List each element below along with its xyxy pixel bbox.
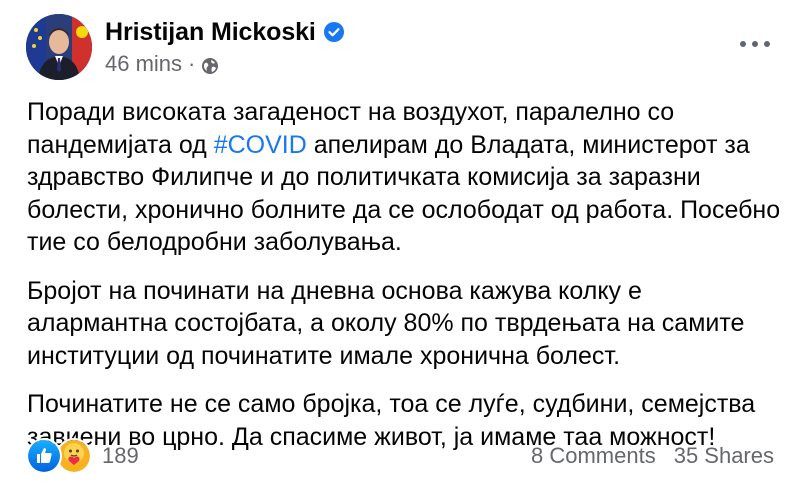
globe-icon[interactable] bbox=[201, 55, 219, 74]
engagement-stats: 8 Comments 35 Shares bbox=[531, 443, 774, 469]
avatar[interactable] bbox=[26, 14, 92, 80]
like-reaction-icon bbox=[26, 438, 62, 474]
hashtag-link[interactable]: #COVID bbox=[214, 131, 307, 159]
facebook-post: Hristijan Mickoski 46 mins · Поради висо… bbox=[0, 0, 800, 489]
post-meta: Hristijan Mickoski 46 mins · bbox=[105, 17, 344, 77]
post-footer: 189 8 Comments 35 Shares bbox=[26, 436, 774, 476]
more-dot bbox=[740, 41, 746, 47]
post-body: Поради високата загаденост на воздухот, … bbox=[27, 96, 782, 469]
separator-dot: · bbox=[188, 51, 196, 76]
post-paragraph-1: Поради високата загаденост на воздухот, … bbox=[27, 96, 782, 259]
more-dot bbox=[752, 41, 758, 47]
reactions-count: 189 bbox=[102, 443, 139, 468]
author-name[interactable]: Hristijan Mickoski bbox=[105, 18, 316, 47]
post-header: Hristijan Mickoski 46 mins · bbox=[26, 14, 344, 80]
post-paragraph-2: Бројот на починати на дневна основа кажу… bbox=[27, 276, 745, 370]
verified-badge-icon bbox=[323, 22, 344, 42]
comments-count-link[interactable]: 8 Comments bbox=[531, 443, 656, 469]
avatar-image bbox=[26, 14, 92, 80]
post-timestamp[interactable]: 46 mins bbox=[105, 51, 182, 77]
more-dot bbox=[764, 41, 770, 47]
shares-count-link[interactable]: 35 Shares bbox=[674, 443, 774, 469]
name-row: Hristijan Mickoski bbox=[105, 17, 344, 47]
reaction-icons bbox=[26, 438, 92, 474]
reactions-summary[interactable]: 189 bbox=[26, 438, 139, 474]
more-options-icon[interactable] bbox=[740, 34, 770, 54]
post-time-row: 46 mins · bbox=[105, 51, 344, 77]
